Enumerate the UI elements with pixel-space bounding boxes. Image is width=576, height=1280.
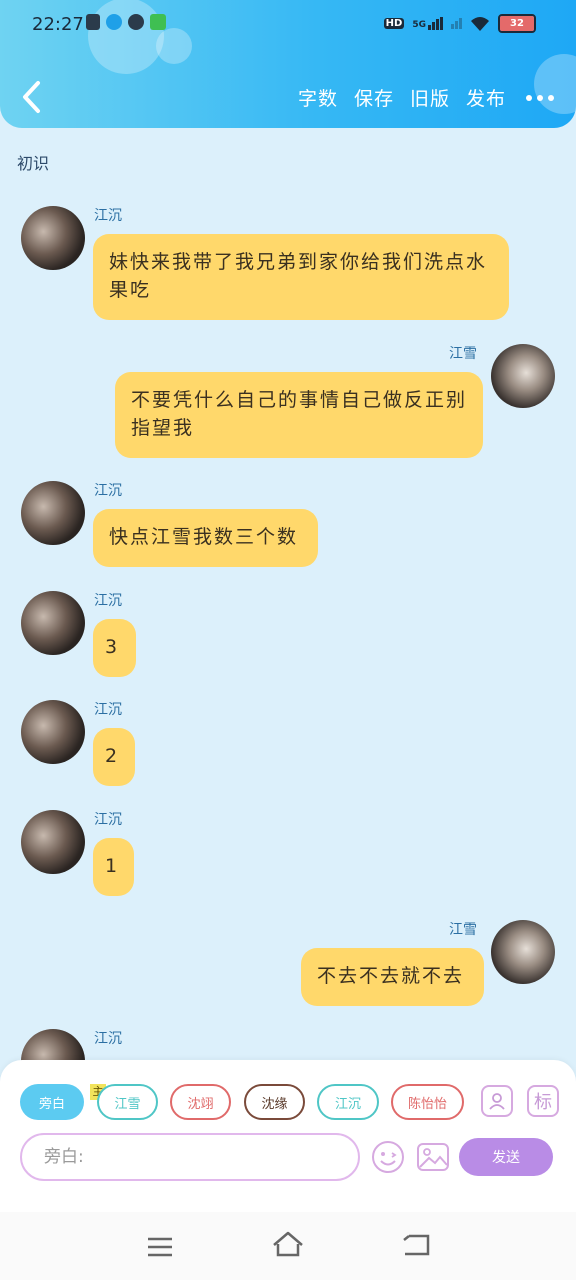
- status-app-icons: [86, 14, 166, 30]
- role-chip[interactable]: 陈怡怡: [391, 1084, 464, 1120]
- status-time: 22:27: [32, 14, 84, 35]
- more-options-icon[interactable]: [526, 94, 554, 101]
- database-icon: [86, 14, 100, 30]
- header-actions: 字数 保存 旧版 发布: [298, 84, 554, 111]
- message-bubble[interactable]: 快点江雪我数三个数: [93, 509, 318, 567]
- sender-name: 江沉: [94, 702, 122, 718]
- avatar[interactable]: [491, 920, 555, 984]
- app-header: 22:27 HD 5G 32 字数 保存 旧版 发布: [0, 0, 576, 128]
- signal-empty-icon: [451, 18, 462, 29]
- avatar[interactable]: [21, 591, 85, 655]
- publish-button[interactable]: 发布: [466, 84, 506, 111]
- avatar[interactable]: [21, 810, 85, 874]
- battery-icon: 32: [498, 14, 536, 33]
- message-input[interactable]: [20, 1133, 360, 1181]
- save-button[interactable]: 保存: [354, 84, 394, 111]
- composer-panel: 旁白 主 江雪 沈翊 沈缘 江沉 陈怡怡 标 发送: [0, 1060, 576, 1212]
- role-chip[interactable]: 江沉: [317, 1084, 379, 1120]
- back-icon[interactable]: [20, 80, 44, 114]
- qq-icon: [106, 14, 122, 30]
- status-right: HD 5G 32: [383, 14, 536, 33]
- decor-bubble: [88, 0, 164, 74]
- send-button[interactable]: 发送: [459, 1138, 553, 1176]
- sender-name: 江沉: [94, 208, 122, 224]
- menu-icon[interactable]: [147, 1236, 173, 1258]
- sender-name: 江雪: [449, 922, 477, 938]
- system-nav-bar: [0, 1212, 576, 1280]
- sender-name: 江沉: [94, 483, 122, 499]
- old-version-button[interactable]: 旧版: [410, 84, 450, 111]
- back-nav-icon[interactable]: [401, 1232, 431, 1258]
- hd-icon: HD: [383, 18, 405, 29]
- message-bubble[interactable]: 1: [93, 838, 134, 896]
- sender-name: 江沉: [94, 593, 122, 609]
- sender-name: 江沉: [94, 1031, 122, 1047]
- chat-title: 初识: [17, 154, 50, 173]
- role-chip-narration[interactable]: 旁白: [20, 1084, 84, 1120]
- avatar[interactable]: [21, 206, 85, 270]
- battery-level: 32: [510, 18, 524, 29]
- message-bubble[interactable]: 不去不去就不去: [301, 948, 484, 1006]
- message-bubble[interactable]: 2: [93, 728, 135, 786]
- message-bubble[interactable]: 妹快来我带了我兄弟到家你给我们洗点水果吃: [93, 234, 509, 320]
- home-icon[interactable]: [272, 1230, 304, 1258]
- role-chip[interactable]: 沈翊: [170, 1084, 231, 1120]
- role-manage-icon[interactable]: [481, 1085, 513, 1117]
- avatar[interactable]: [491, 344, 555, 408]
- image-icon[interactable]: [416, 1140, 450, 1174]
- word-count-button[interactable]: 字数: [298, 84, 338, 111]
- avatar[interactable]: [21, 481, 85, 545]
- message-bubble[interactable]: 3: [93, 619, 136, 677]
- mark-button[interactable]: 标: [527, 1085, 559, 1117]
- avatar[interactable]: [21, 700, 85, 764]
- game-app-icon: [150, 14, 166, 30]
- emoji-icon[interactable]: [371, 1140, 405, 1174]
- message-bubble[interactable]: 不要凭什么自己的事情自己做反正别指望我: [115, 372, 483, 458]
- wifi-icon: [471, 16, 489, 31]
- role-chip[interactable]: 江雪: [97, 1084, 158, 1120]
- wechat-icon: [128, 14, 144, 30]
- decor-bubble: [156, 28, 192, 64]
- sender-name: 江沉: [94, 812, 122, 828]
- net-label: 5G: [412, 20, 426, 30]
- signal-5g-icon: 5G: [412, 17, 443, 30]
- role-chip[interactable]: 沈缘: [244, 1084, 305, 1120]
- sender-name: 江雪: [449, 346, 477, 362]
